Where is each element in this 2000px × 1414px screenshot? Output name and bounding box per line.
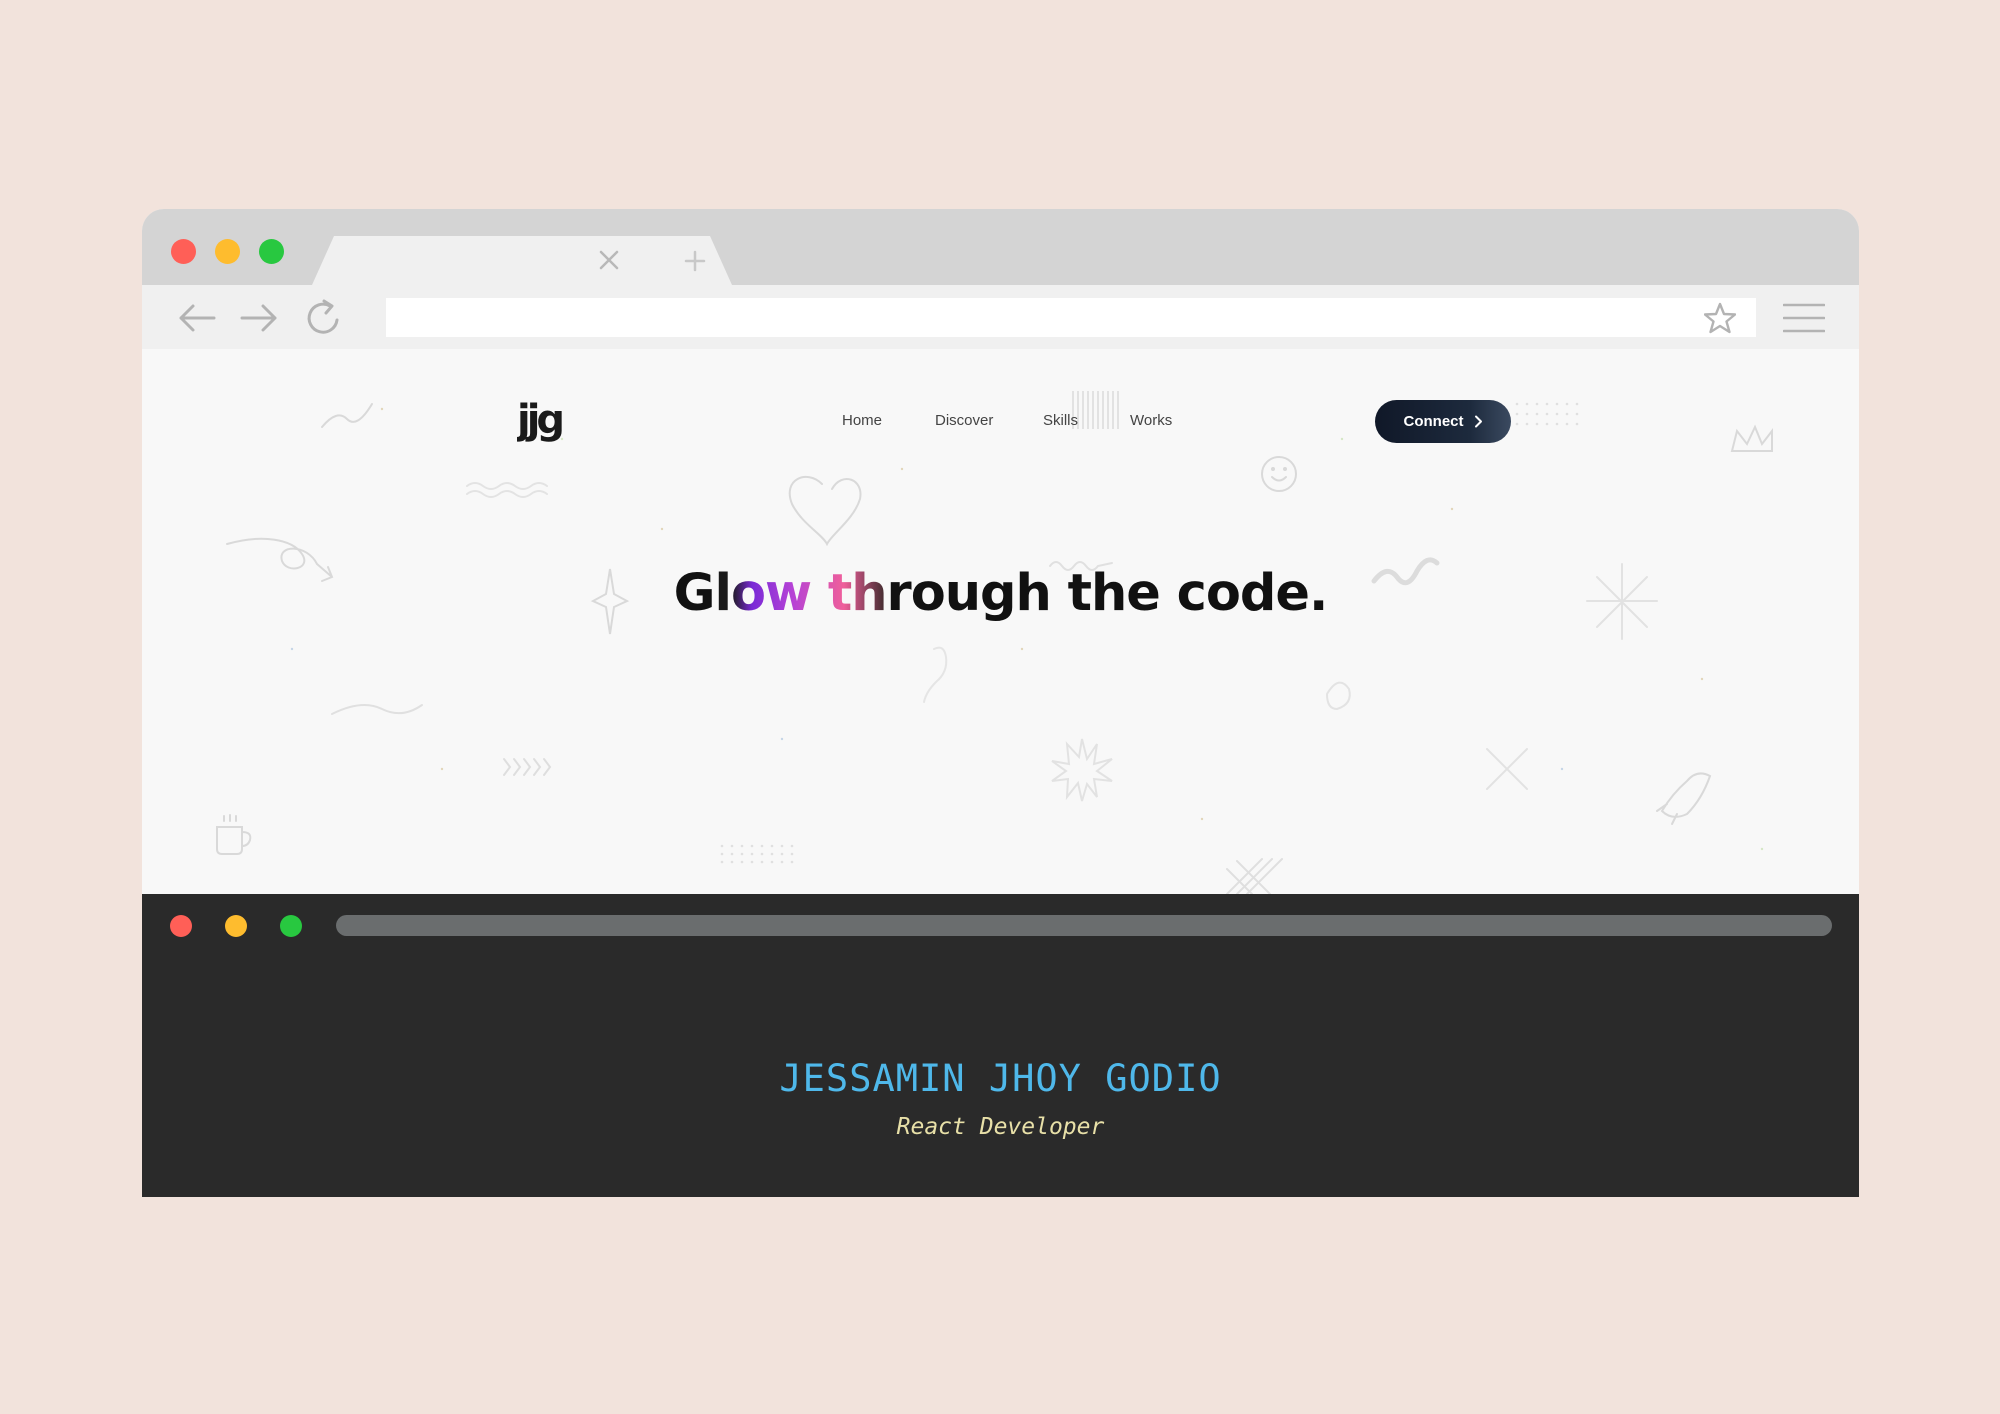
spiral-doodle bbox=[1326, 681, 1351, 711]
terminal-maximize-dot bbox=[280, 915, 302, 937]
site-logo[interactable]: jjg bbox=[517, 397, 569, 443]
reload-icon bbox=[307, 299, 339, 334]
close-icon bbox=[599, 250, 619, 270]
bookmark-button[interactable] bbox=[1702, 300, 1738, 336]
squiggle-doodle bbox=[321, 403, 373, 428]
cross-doodle bbox=[1486, 748, 1528, 790]
terminal-close-dot bbox=[170, 915, 192, 937]
star-icon bbox=[1704, 302, 1736, 334]
back-button[interactable] bbox=[175, 296, 219, 340]
chevrons-doodle bbox=[503, 758, 552, 776]
hero-suffix: rough the code. bbox=[886, 564, 1329, 623]
minimize-window-button[interactable] bbox=[215, 239, 240, 264]
address-bar[interactable] bbox=[386, 298, 1756, 337]
developer-role: React Developer bbox=[896, 1114, 1105, 1140]
chevron-right-icon bbox=[1474, 415, 1482, 428]
terminal-title-bar bbox=[336, 915, 1832, 936]
heart-icon bbox=[788, 475, 862, 547]
tab-close-button[interactable] bbox=[592, 243, 626, 277]
dot-grid-doodle bbox=[1072, 391, 1119, 429]
hamburger-menu-icon bbox=[1783, 303, 1825, 333]
maximize-window-button[interactable] bbox=[259, 239, 284, 264]
arrow-right-icon bbox=[240, 304, 277, 332]
logo-text: jjg bbox=[517, 397, 562, 443]
connect-label: Connect bbox=[1403, 413, 1464, 430]
page-viewport: jjg Home Discover Skills Works Connect G… bbox=[142, 349, 1859, 894]
swoosh-doodle bbox=[331, 704, 423, 715]
browser-tab-active[interactable] bbox=[312, 236, 682, 285]
bolt-doodle bbox=[923, 646, 948, 703]
forward-button[interactable] bbox=[237, 296, 281, 340]
new-tab-button[interactable] bbox=[679, 245, 711, 277]
nav-link-discover[interactable]: Discover bbox=[935, 412, 993, 429]
reload-button[interactable] bbox=[302, 296, 346, 340]
hero-glow-text: low th bbox=[714, 564, 887, 623]
hatch-doodle bbox=[1226, 858, 1283, 894]
browser-toolbar bbox=[142, 285, 1859, 349]
terminal-window: JESSAMIN JHOY GODIO React Developer bbox=[142, 894, 1859, 1197]
nav-link-home[interactable]: Home bbox=[842, 412, 882, 429]
crown-icon bbox=[1730, 424, 1773, 452]
close-window-button[interactable] bbox=[171, 239, 196, 264]
nav-link-skills[interactable]: Skills bbox=[1043, 412, 1078, 429]
developer-name: JESSAMIN JHOY GODIO bbox=[779, 1057, 1222, 1100]
connect-button[interactable]: Connect bbox=[1375, 400, 1511, 443]
smiley-icon bbox=[1261, 456, 1297, 492]
terminal-minimize-dot bbox=[225, 915, 247, 937]
plus-icon bbox=[684, 250, 706, 272]
wave-doodle bbox=[466, 482, 548, 498]
arrow-left-icon bbox=[179, 304, 216, 332]
browser-titlebar bbox=[142, 209, 1859, 285]
browser-window: jjg Home Discover Skills Works Connect G… bbox=[142, 209, 1859, 1197]
confetti-dots bbox=[290, 407, 1764, 851]
dot-matrix-doodle bbox=[720, 402, 1579, 864]
coffee-cup-icon bbox=[216, 814, 252, 855]
hero-headline: Glow through the code. bbox=[142, 564, 1859, 623]
nav-link-works[interactable]: Works bbox=[1130, 412, 1172, 429]
hero-prefix: G bbox=[673, 564, 716, 623]
rocket-icon bbox=[1656, 772, 1712, 825]
browser-menu-button[interactable] bbox=[1782, 298, 1826, 338]
sun-burst-doodle bbox=[1051, 738, 1113, 802]
